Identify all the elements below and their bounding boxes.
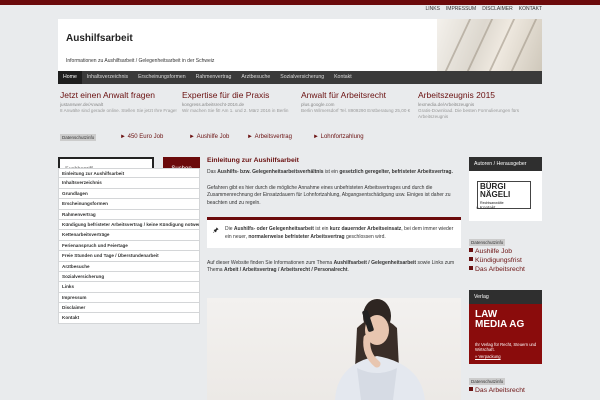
leftnav-item[interactable]: Rahmenvertrag xyxy=(58,209,200,220)
ad-link[interactable]: ► Arbeitsvertrag xyxy=(247,134,292,140)
ad-link-label: 450 Euro Job xyxy=(127,134,164,140)
arrow-icon: ► xyxy=(120,134,128,140)
law-media-link[interactable]: » Verpackung xyxy=(475,354,501,359)
privacy-info-tag[interactable]: Datenschutzinfo xyxy=(60,134,97,141)
sidebar-link[interactable]: Aushilfe Job xyxy=(469,247,542,256)
leftnav-item[interactable]: Inhaltsverzeichnis xyxy=(58,178,200,189)
intro-paragraph: Das Aushilfs- bzw. Gelegenheitsarbeitsve… xyxy=(207,169,453,175)
leftnav-item[interactable]: Disclaimer xyxy=(58,303,200,314)
ad-link[interactable]: ► 450 Euro Job xyxy=(120,134,163,140)
square-bullet-icon xyxy=(469,387,473,391)
leftnav-item[interactable]: Impressum xyxy=(58,292,200,304)
leftnav-item[interactable]: Links xyxy=(58,282,200,293)
topic-paragraph: Auf dieser Website finden Sie Informatio… xyxy=(207,259,455,274)
nav-sozialversicherung[interactable]: Sozialversicherung xyxy=(275,71,329,84)
privacy-info-tag[interactable]: Datenschutzinfo xyxy=(469,378,506,385)
header-image xyxy=(437,19,542,71)
definition-box: Die Aushilfs- oder Gelegenheitsarbeit is… xyxy=(207,217,461,248)
ad-link[interactable]: ► Lohnfortzahlung xyxy=(313,134,364,140)
nav-erscheinungsformen[interactable]: Erscheinungsformen xyxy=(133,71,191,84)
verlag-widget: Verlag LAW MEDIA AG Ihr Verlag für Recht… xyxy=(469,290,542,364)
square-bullet-icon xyxy=(469,257,473,261)
ad-url: justanswer.de/Anwalt xyxy=(60,102,104,107)
square-bullet-icon xyxy=(469,248,473,252)
top-accent-bar xyxy=(0,0,600,5)
nav-rahmenvertrag[interactable]: Rahmenvertrag xyxy=(191,71,237,84)
arrow-icon: ► xyxy=(189,134,197,140)
nav-kontakt[interactable]: Kontakt xyxy=(329,71,357,84)
ad-block[interactable]: Anwalt für Arbeitsrecht plus.google.com … xyxy=(301,90,419,114)
ad-text: Gratis-Download. Die besten Formulierung… xyxy=(418,108,520,119)
leftnav-item[interactable]: Ferienanspruch und Feiertage xyxy=(58,240,200,252)
site-header: Aushilfsarbeit Informationen zu Aushilfs… xyxy=(58,19,542,71)
ad-text: Wir machen Sie fit! Am 1. und 2. März 20… xyxy=(182,108,289,113)
pin-icon xyxy=(213,227,219,237)
sidebar-link[interactable]: Das Arbeitsrecht xyxy=(469,265,542,274)
ad-text: 8 Anwälte sind gerade online. Stellen Si… xyxy=(60,108,177,113)
ad-url: plus.google.com xyxy=(301,102,335,107)
ad-url: kongress.arbeitsrecht-2016.de xyxy=(182,102,245,107)
square-bullet-icon xyxy=(469,266,473,270)
toplink-impressum[interactable]: IMPRESSUM xyxy=(446,6,476,12)
page-title: Einleitung zur Aushilfsarbeit xyxy=(207,157,299,164)
leftnav-item[interactable]: Kündigung befristeter Arbeitsvertrag / k… xyxy=(58,219,200,231)
ad-link[interactable]: ► Aushilfe Job xyxy=(189,134,229,140)
sidebar-link-list-2: Datenschutzinfo Das Arbeitsrecht xyxy=(469,378,542,395)
verlag-heading: Verlag xyxy=(469,290,542,304)
ad-title[interactable]: Jetzt einen Anwalt fragen xyxy=(60,90,178,100)
warning-paragraph: Gefahren gibt es hier durch die mögliche… xyxy=(207,184,451,206)
ad-url: lexmedia.de/Arbeitszeugnis xyxy=(418,102,475,107)
nav-arztbesuche[interactable]: Arztbesuche xyxy=(236,71,275,84)
leftnav-item[interactable]: Freie Stunden und Tage / Überstundenarbe… xyxy=(58,251,200,262)
arrow-icon: ► xyxy=(247,134,255,140)
ad-block[interactable]: Arbeitszeugnis 2015 lexmedia.de/Arbeitsz… xyxy=(418,90,536,120)
sidebar-link-list: Datenschutzinfo Aushilfe Job Kündigungsf… xyxy=(469,239,542,274)
main-nav: Home Inhaltsverzeichnis Erscheinungsform… xyxy=(58,71,542,84)
leftnav-item[interactable]: Grundlagen xyxy=(58,188,200,200)
leftnav-item[interactable]: Kontakt xyxy=(58,313,200,324)
toplink-links[interactable]: LINKS xyxy=(425,6,439,12)
privacy-info-tag[interactable]: Datenschutzinfo xyxy=(469,239,506,246)
leftnav-item[interactable]: Sozialversicherung xyxy=(58,271,200,283)
law-media-ad[interactable]: LAW MEDIA AG Ihr Verlag für Recht, Steue… xyxy=(469,304,542,364)
leftnav-item[interactable]: Erscheinungsformen xyxy=(58,199,200,210)
leftnav-item[interactable]: Einleitung zur Aushilfsarbeit xyxy=(58,168,200,179)
ad-link-label: Arbeitsvertrag xyxy=(254,134,292,140)
authors-widget: Autoren / Herausgeber BÜRGI NÄGELI Recht… xyxy=(469,157,542,221)
ad-link-bar: Datenschutzinfo ► 450 Euro Job ► Aushilf… xyxy=(58,134,388,142)
left-nav: Einleitung zur Aushilfsarbeit Inhaltsver… xyxy=(58,168,200,324)
top-links: LINKS IMPRESSUM DISCLAIMER KONTAKT xyxy=(425,6,542,12)
site-title[interactable]: Aushilfsarbeit xyxy=(66,33,133,44)
sidebar-link[interactable]: Kündigungsfrist xyxy=(469,256,542,265)
kontakt-link[interactable]: » Kontakt xyxy=(476,205,495,210)
content-photo xyxy=(207,298,461,400)
ad-text: Berlin Wilmersdorf Tel. 8909290 Erstbera… xyxy=(301,108,411,113)
ad-link-label: Lohnfortzahlung xyxy=(320,134,364,140)
leftnav-item[interactable]: Arztbesuche xyxy=(58,261,200,272)
main-content: Einleitung zur Aushilfsarbeit Das Aushil… xyxy=(207,157,461,275)
nav-inhaltsverzeichnis[interactable]: Inhaltsverzeichnis xyxy=(82,71,133,84)
arrow-icon: ► xyxy=(313,134,321,140)
ad-strip: Jetzt einen Anwalt fragen justanswer.de/… xyxy=(58,90,542,132)
nav-home[interactable]: Home xyxy=(58,71,82,84)
leftnav-item[interactable]: Kettenarbeitsverträge xyxy=(58,230,200,241)
ad-block[interactable]: Expertise für die Praxis kongress.arbeit… xyxy=(182,90,300,114)
toplink-disclaimer[interactable]: DISCLAIMER xyxy=(482,6,513,12)
sidebar-link[interactable]: Das Arbeitsrecht xyxy=(469,386,542,395)
ad-block[interactable]: Jetzt einen Anwalt fragen justanswer.de/… xyxy=(60,90,178,114)
authors-heading: Autoren / Herausgeber xyxy=(469,157,542,171)
ad-title[interactable]: Expertise für die Praxis xyxy=(182,90,300,100)
ad-title[interactable]: Arbeitszeugnis 2015 xyxy=(418,90,536,100)
site-subtitle: Informationen zu Aushilfsarbeit / Gelege… xyxy=(66,58,215,64)
toplink-kontakt[interactable]: KONTAKT xyxy=(519,6,542,12)
ad-title[interactable]: Anwalt für Arbeitsrecht xyxy=(301,90,419,100)
ad-link-label: Aushilfe Job xyxy=(196,134,230,140)
